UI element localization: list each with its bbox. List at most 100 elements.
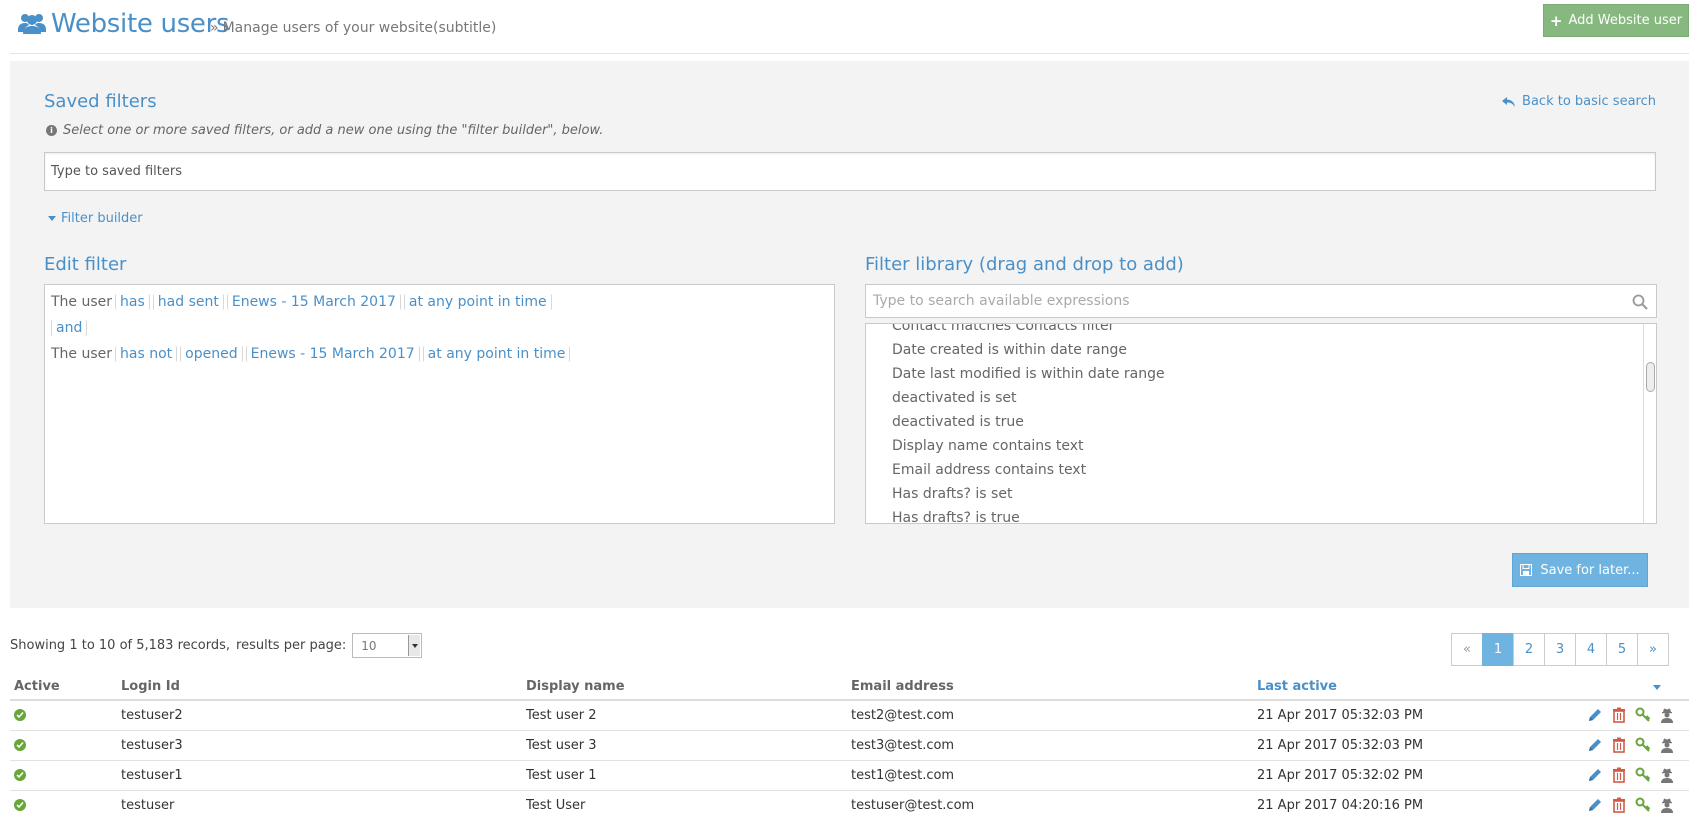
pencil-icon[interactable] [1587, 737, 1603, 753]
expression-token[interactable]: opened [180, 346, 243, 362]
filter-expression-line[interactable]: The user has not opened Enews - 15 March… [51, 341, 828, 367]
library-item[interactable]: Contact matches Contacts filter [892, 324, 1165, 338]
check-circle-icon [14, 708, 26, 721]
expression-token[interactable]: Enews - 15 March 2017 [226, 294, 401, 310]
expression-token[interactable]: Enews - 15 March 2017 [245, 346, 420, 362]
save-for-later-label: Save for later... [1540, 562, 1640, 578]
key-icon[interactable] [1635, 797, 1651, 813]
caret-down-icon [48, 216, 56, 221]
users-table: Active Login Id Display name Email addre… [10, 673, 1689, 820]
active-cell [10, 730, 117, 761]
select-arrow-icon [408, 635, 421, 656]
display-name-cell: Test user 3 [522, 730, 847, 761]
active-cell [10, 760, 117, 791]
page-5[interactable]: 5 [1606, 633, 1638, 666]
saved-filters-title: Saved filters [44, 91, 157, 112]
saved-filters-input[interactable]: Type to saved filters [44, 152, 1656, 191]
page-next[interactable]: » [1637, 633, 1669, 666]
email-cell: test1@test.com [847, 760, 1253, 791]
filter-library-search[interactable]: Type to search available expressions [865, 284, 1657, 318]
active-cell [10, 700, 117, 731]
expression-token[interactable]: at any point in time [403, 294, 552, 310]
column-header-login-id[interactable]: Login Id [117, 673, 522, 701]
save-for-later-button[interactable]: Save for later... [1512, 553, 1648, 587]
filter-library-title: Filter library (drag and drop to add) [865, 254, 1184, 275]
page-3[interactable]: 3 [1544, 633, 1576, 666]
trash-icon[interactable] [1611, 737, 1627, 753]
table-row[interactable]: testuser Test User testuser@test.com 21 … [10, 790, 1689, 820]
edit-filter-box[interactable]: The user has had sent Enews - 15 March 2… [44, 284, 835, 524]
last-active-cell: 21 Apr 2017 04:20:16 PM [1253, 790, 1553, 820]
login-id-cell: testuser [117, 790, 522, 820]
page-prev[interactable]: « [1451, 633, 1483, 666]
filter-library-list[interactable]: Contact matches Contacts filter Date cre… [865, 323, 1657, 524]
expression-token[interactable]: has [115, 294, 150, 310]
key-icon[interactable] [1635, 737, 1651, 753]
filter-expression-line[interactable]: The user has had sent Enews - 15 March 2… [51, 289, 828, 315]
add-website-user-label: Add Website user [1568, 13, 1683, 28]
table-row[interactable]: testuser1 Test user 1 test1@test.com 21 … [10, 760, 1689, 791]
library-item[interactable]: Has drafts? is set [892, 482, 1165, 506]
pencil-icon[interactable] [1587, 707, 1603, 723]
expression-token[interactable]: has not [115, 346, 178, 362]
results-summary: Showing 1 to 10 of 5,183 records, result… [10, 633, 423, 658]
expression-token[interactable]: had sent [152, 294, 224, 310]
table-row[interactable]: testuser2 Test user 2 test2@test.com 21 … [10, 700, 1689, 731]
check-circle-icon [14, 768, 26, 781]
expression-token[interactable]: at any point in time [422, 346, 571, 362]
back-to-basic-search-link[interactable]: Back to basic search [1502, 94, 1656, 109]
display-name-cell: Test user 1 [522, 760, 847, 791]
display-name-cell: Test user 2 [522, 700, 847, 731]
pencil-icon[interactable] [1587, 767, 1603, 783]
trash-icon[interactable] [1611, 707, 1627, 724]
library-item[interactable]: deactivated is set [892, 386, 1165, 410]
page-header: Website users » Manage users of your webs… [10, 0, 1689, 54]
page-1[interactable]: 1 [1482, 633, 1514, 666]
display-name-cell: Test User [522, 790, 847, 820]
sort-desc-icon [1653, 684, 1661, 690]
library-item[interactable]: Date last modified is within date range [892, 362, 1165, 386]
column-header-last-active[interactable]: Last active [1253, 673, 1553, 701]
library-item[interactable]: Email address contains text [892, 458, 1165, 482]
library-item[interactable]: Has drafts? is true [892, 506, 1165, 523]
page-4[interactable]: 4 [1575, 633, 1607, 666]
column-header-active[interactable]: Active [10, 673, 117, 701]
subtitle-separator: » [210, 20, 219, 36]
user-secret-icon[interactable] [1659, 767, 1675, 783]
page-2[interactable]: 2 [1513, 633, 1545, 666]
pagination: « 1 2 3 4 5 » [1451, 633, 1669, 666]
reply-icon [1502, 96, 1516, 107]
per-page-select[interactable]: 10 [352, 633, 423, 658]
library-item[interactable]: Display name contains text [892, 434, 1165, 458]
page-subtitle: » Manage users of your website(subtitle) [210, 20, 496, 36]
filter-builder-toggle[interactable]: Filter builder [48, 211, 143, 226]
library-items: Contact matches Contacts filter Date cre… [892, 324, 1165, 523]
column-header-display-name[interactable]: Display name [522, 673, 847, 701]
pencil-icon[interactable] [1587, 797, 1603, 813]
user-secret-icon[interactable] [1659, 797, 1675, 813]
add-website-user-button[interactable]: + Add Website user [1543, 4, 1689, 37]
last-active-cell: 21 Apr 2017 05:32:03 PM [1253, 730, 1553, 761]
key-icon[interactable] [1635, 767, 1651, 783]
key-icon[interactable] [1635, 707, 1651, 723]
library-item[interactable]: deactivated is true [892, 410, 1165, 434]
library-scrollbar-thumb[interactable] [1646, 362, 1655, 392]
table-row[interactable]: testuser3 Test user 3 test3@test.com 21 … [10, 730, 1689, 761]
user-secret-icon[interactable] [1659, 737, 1675, 753]
users-icon [18, 14, 46, 34]
actions-cell [1553, 730, 1689, 761]
library-item[interactable]: Date created is within date range [892, 338, 1165, 362]
active-cell [10, 790, 117, 820]
trash-icon[interactable] [1611, 767, 1627, 783]
filter-panel: Saved filters Back to basic search i Sel… [10, 61, 1689, 608]
column-header-email[interactable]: Email address [847, 673, 1253, 701]
saved-filters-hint: i Select one or more saved filters, or a… [46, 123, 603, 138]
expression-token[interactable]: and [51, 320, 88, 336]
filter-expression-line[interactable]: and [51, 315, 828, 341]
user-secret-icon[interactable] [1659, 707, 1675, 724]
actions-cell [1553, 760, 1689, 791]
library-scrollbar[interactable] [1643, 324, 1656, 523]
filter-builder-label: Filter builder [61, 211, 143, 226]
trash-icon[interactable] [1611, 797, 1627, 813]
login-id-cell: testuser1 [117, 760, 522, 791]
